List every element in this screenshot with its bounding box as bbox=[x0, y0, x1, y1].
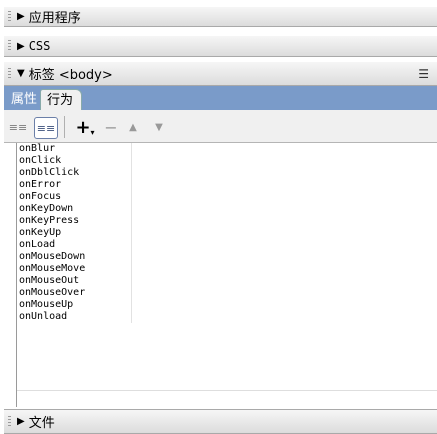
event-row[interactable]: onFocus bbox=[17, 191, 437, 203]
event-name: onError bbox=[17, 179, 132, 191]
move-down-button[interactable]: ▼ bbox=[152, 118, 166, 136]
expand-arrow-icon: ▶ bbox=[17, 416, 25, 427]
toolbar-divider bbox=[64, 116, 65, 138]
events-list: onBlur onClick onDblClick onError onFocus onK… bbox=[16, 143, 437, 407]
panel-title: 标签 <body> bbox=[28, 68, 113, 83]
event-action-cell[interactable] bbox=[132, 239, 437, 251]
event-row[interactable]: onMouseMove bbox=[17, 263, 437, 275]
applications-panel-header[interactable]: ▶ 应用程序 bbox=[4, 7, 437, 27]
event-action-cell[interactable] bbox=[132, 227, 437, 239]
move-up-button[interactable]: ▲ bbox=[126, 118, 140, 136]
event-name: onClick bbox=[17, 155, 132, 167]
event-name: onKeyUp bbox=[17, 227, 132, 239]
behaviors-toolbar: ≡≡ ≡≡ + ▾ − ▲ ▼ bbox=[4, 110, 437, 143]
event-name: onMouseOver bbox=[17, 287, 132, 299]
list-divider bbox=[17, 390, 437, 391]
event-name: onFocus bbox=[17, 191, 132, 203]
event-name: onKeyDown bbox=[17, 203, 132, 215]
files-panel-header[interactable]: ▶ 文件 bbox=[4, 409, 437, 434]
panel-title: 应用程序 bbox=[28, 11, 81, 26]
event-row[interactable]: onMouseOut bbox=[17, 275, 437, 287]
event-action-cell[interactable] bbox=[132, 143, 437, 155]
event-action-cell[interactable] bbox=[132, 167, 437, 179]
event-name: onMouseMove bbox=[17, 263, 132, 275]
event-row[interactable]: onDblClick bbox=[17, 167, 437, 179]
expand-arrow-icon: ▶ bbox=[17, 11, 25, 22]
event-row[interactable]: onUnload bbox=[17, 311, 437, 323]
event-row[interactable]: onMouseUp bbox=[17, 299, 437, 311]
panel-options-icon[interactable]: ☰ bbox=[418, 67, 429, 81]
expand-arrow-icon: ▶ bbox=[17, 40, 25, 52]
panel-title: CSS bbox=[28, 39, 51, 53]
show-all-events-icon[interactable]: ≡≡ bbox=[34, 117, 58, 139]
event-name: onMouseDown bbox=[17, 251, 132, 263]
gripper-icon[interactable] bbox=[8, 40, 11, 52]
event-action-cell[interactable] bbox=[132, 251, 437, 263]
gripper-icon[interactable] bbox=[8, 10, 11, 23]
event-row[interactable]: onKeyDown bbox=[17, 203, 437, 215]
event-name: onMouseOut bbox=[17, 275, 132, 287]
collapse-arrow-icon: ▼ bbox=[17, 68, 25, 79]
event-row[interactable]: onClick bbox=[17, 155, 437, 167]
event-name: onKeyPress bbox=[17, 215, 132, 227]
event-action-cell[interactable] bbox=[132, 155, 437, 167]
event-name: onBlur bbox=[17, 143, 132, 155]
event-name: onUnload bbox=[17, 311, 132, 323]
event-row[interactable]: onMouseOver bbox=[17, 287, 437, 299]
gripper-icon[interactable] bbox=[8, 67, 11, 80]
event-row[interactable]: onBlur bbox=[17, 143, 437, 155]
event-row[interactable]: onKeyUp bbox=[17, 227, 437, 239]
event-name: onDblClick bbox=[17, 167, 132, 179]
event-action-cell[interactable] bbox=[132, 203, 437, 215]
event-name: onLoad bbox=[17, 239, 132, 251]
gripper-icon[interactable] bbox=[8, 415, 11, 428]
remove-behavior-button[interactable]: − bbox=[104, 118, 118, 137]
event-action-cell[interactable] bbox=[132, 311, 437, 323]
event-action-cell[interactable] bbox=[132, 215, 437, 227]
event-action-cell[interactable] bbox=[132, 287, 437, 299]
event-row[interactable]: onMouseDown bbox=[17, 251, 437, 263]
event-action-cell[interactable] bbox=[132, 275, 437, 287]
tab-behaviors[interactable]: 行为 bbox=[40, 89, 83, 111]
event-action-cell[interactable] bbox=[132, 299, 437, 311]
event-name: onMouseUp bbox=[17, 299, 132, 311]
css-panel-header[interactable]: ▶ CSS bbox=[4, 36, 437, 57]
event-row[interactable]: onKeyPress bbox=[17, 215, 437, 227]
show-set-events-icon[interactable]: ≡≡ bbox=[7, 118, 29, 136]
tag-panel-header[interactable]: ▼ 标签 <body> ☰ bbox=[4, 62, 437, 86]
panel-title: 文件 bbox=[28, 416, 55, 431]
tag-inspector-tabs: 属性 行为 bbox=[4, 86, 437, 111]
event-row[interactable]: onError bbox=[17, 179, 437, 191]
event-action-cell[interactable] bbox=[132, 263, 437, 275]
event-action-cell[interactable] bbox=[132, 191, 437, 203]
tab-attributes[interactable]: 属性 bbox=[6, 89, 42, 110]
event-action-cell[interactable] bbox=[132, 179, 437, 191]
add-behavior-button[interactable]: + ▾ bbox=[74, 117, 96, 138]
event-row[interactable]: onLoad bbox=[17, 239, 437, 251]
